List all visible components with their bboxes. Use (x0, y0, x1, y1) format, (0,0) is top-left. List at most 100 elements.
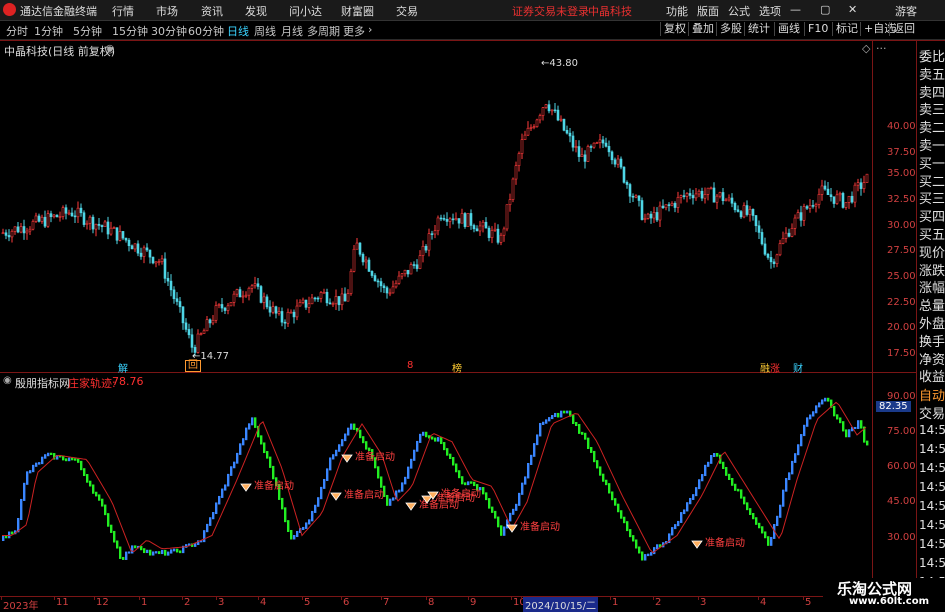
indicator-bar (608, 483, 611, 494)
btn-mark[interactable]: 标记 (832, 22, 861, 36)
candle-body (499, 234, 503, 243)
candle-body (346, 293, 350, 302)
candle-body (37, 215, 41, 222)
period-timeshare[interactable]: 分时 (6, 23, 28, 39)
indicator-bar (791, 460, 794, 475)
period-30min[interactable]: 30分钟 (151, 23, 187, 39)
login-notice[interactable]: 证券交易未登录 (512, 3, 589, 19)
chevron-right-icon[interactable]: › (368, 23, 372, 36)
indicator-bar (455, 463, 458, 473)
indicator-bar (560, 410, 563, 418)
menu-wealth[interactable]: 财富圈 (341, 3, 374, 19)
menu-formula[interactable]: 公式 (728, 3, 750, 19)
period-1min[interactable]: 1分钟 (34, 23, 63, 39)
btn-overlay[interactable]: 叠加 (688, 22, 717, 36)
candle-body (799, 212, 803, 221)
candle-body (328, 302, 332, 305)
btn-multi-stock[interactable]: 多股 (716, 22, 745, 36)
candle-body (862, 182, 866, 189)
indicator-bar (485, 492, 488, 501)
indicator-bar (494, 510, 497, 519)
menu-ask[interactable]: 问小达 (289, 3, 322, 19)
time-axis-label: 2023年 (3, 601, 39, 612)
menu-news[interactable]: 资讯 (201, 3, 223, 19)
indicator-bar (725, 467, 728, 476)
candle-body (418, 255, 422, 269)
quote-label: 买三 (919, 192, 945, 208)
quote-label: 卖四 (919, 85, 945, 101)
minimize-icon[interactable]: — (790, 3, 801, 16)
candle-body (361, 253, 365, 263)
event-marker[interactable]: 8 (405, 360, 415, 371)
candle-body (652, 212, 656, 219)
tab-auto[interactable]: 自动 (919, 385, 945, 404)
menu-markets[interactable]: 市场 (156, 3, 178, 19)
indicator-bar (776, 515, 779, 527)
indicator-bar (113, 530, 116, 543)
btn-back[interactable]: 返回 (889, 22, 918, 36)
quote-label: 卖二 (919, 121, 945, 137)
menu-market[interactable]: 行情 (112, 3, 134, 19)
candle-body (247, 287, 251, 296)
period-15min[interactable]: 15分钟 (112, 23, 148, 39)
candle-body (781, 238, 785, 244)
candle-body (136, 243, 140, 254)
btn-draw[interactable]: 画线 (774, 22, 803, 36)
indicator-bar (161, 549, 164, 555)
indicator-bar (158, 551, 161, 555)
btn-f10[interactable]: F10 (804, 22, 831, 36)
period-5min[interactable]: 5分钟 (73, 23, 102, 39)
period-multi[interactable]: 多周期 (307, 23, 340, 39)
indicator-bar (287, 520, 290, 532)
candle-body (682, 195, 686, 197)
candle-body (433, 230, 437, 235)
menu-function[interactable]: 功能 (666, 3, 688, 19)
period-more[interactable]: 更多 (343, 23, 365, 39)
time-axis-tick (54, 596, 55, 600)
candle-body (16, 226, 20, 233)
tab-trade[interactable]: 交易 (919, 403, 945, 422)
btn-stats[interactable]: 统计 (744, 22, 773, 36)
indicator-bar (716, 453, 719, 457)
menu-trade[interactable]: 交易 (396, 3, 418, 19)
period-daily[interactable]: 日线 (227, 23, 249, 39)
restore-icon[interactable]: ▢ (820, 3, 830, 16)
candle-body (70, 212, 74, 217)
indicator-bar (227, 473, 230, 487)
indicator-bar (464, 482, 467, 486)
candle-body (10, 230, 14, 238)
indicator-bar (779, 504, 782, 518)
indicator-bar (71, 457, 74, 461)
indicator-chart[interactable]: 准备启动准备启动准备启动准备启动准备启动准备启动准备启动准备启动 (0, 373, 872, 596)
indicator-bar (611, 491, 614, 501)
menu-layout[interactable]: 版面 (697, 3, 719, 19)
candle-body (787, 232, 791, 237)
menu-discover[interactable]: 发现 (245, 3, 267, 19)
period-60min[interactable]: 60分钟 (188, 23, 224, 39)
indicator-bar (815, 405, 818, 414)
event-marker[interactable]: 回 (185, 360, 201, 372)
kline-chart[interactable] (0, 41, 872, 372)
indicator-bar (308, 519, 311, 525)
menu-options[interactable]: 选项 (759, 3, 781, 19)
period-weekly[interactable]: 周线 (254, 23, 276, 39)
indicator-bar (599, 466, 602, 476)
more-icon[interactable]: ··· (876, 42, 887, 55)
candle-body (385, 287, 389, 294)
indicator-bar (269, 456, 272, 468)
candle-body (205, 319, 209, 332)
candle-body (466, 213, 470, 227)
candle-body (307, 303, 311, 308)
candle-body (4, 232, 8, 236)
btn-adjust[interactable]: 复权 (660, 22, 689, 36)
indicator-bar (488, 498, 491, 509)
indicator-bar (272, 465, 275, 480)
indicator-bar (104, 504, 107, 516)
candle-body (76, 207, 80, 218)
period-monthly[interactable]: 月线 (281, 23, 303, 39)
candle-body (844, 202, 848, 208)
candle-body (64, 207, 68, 214)
user-label[interactable]: 游客 (895, 3, 917, 19)
indicator-bar (155, 551, 158, 554)
close-icon[interactable]: ✕ (848, 3, 857, 16)
